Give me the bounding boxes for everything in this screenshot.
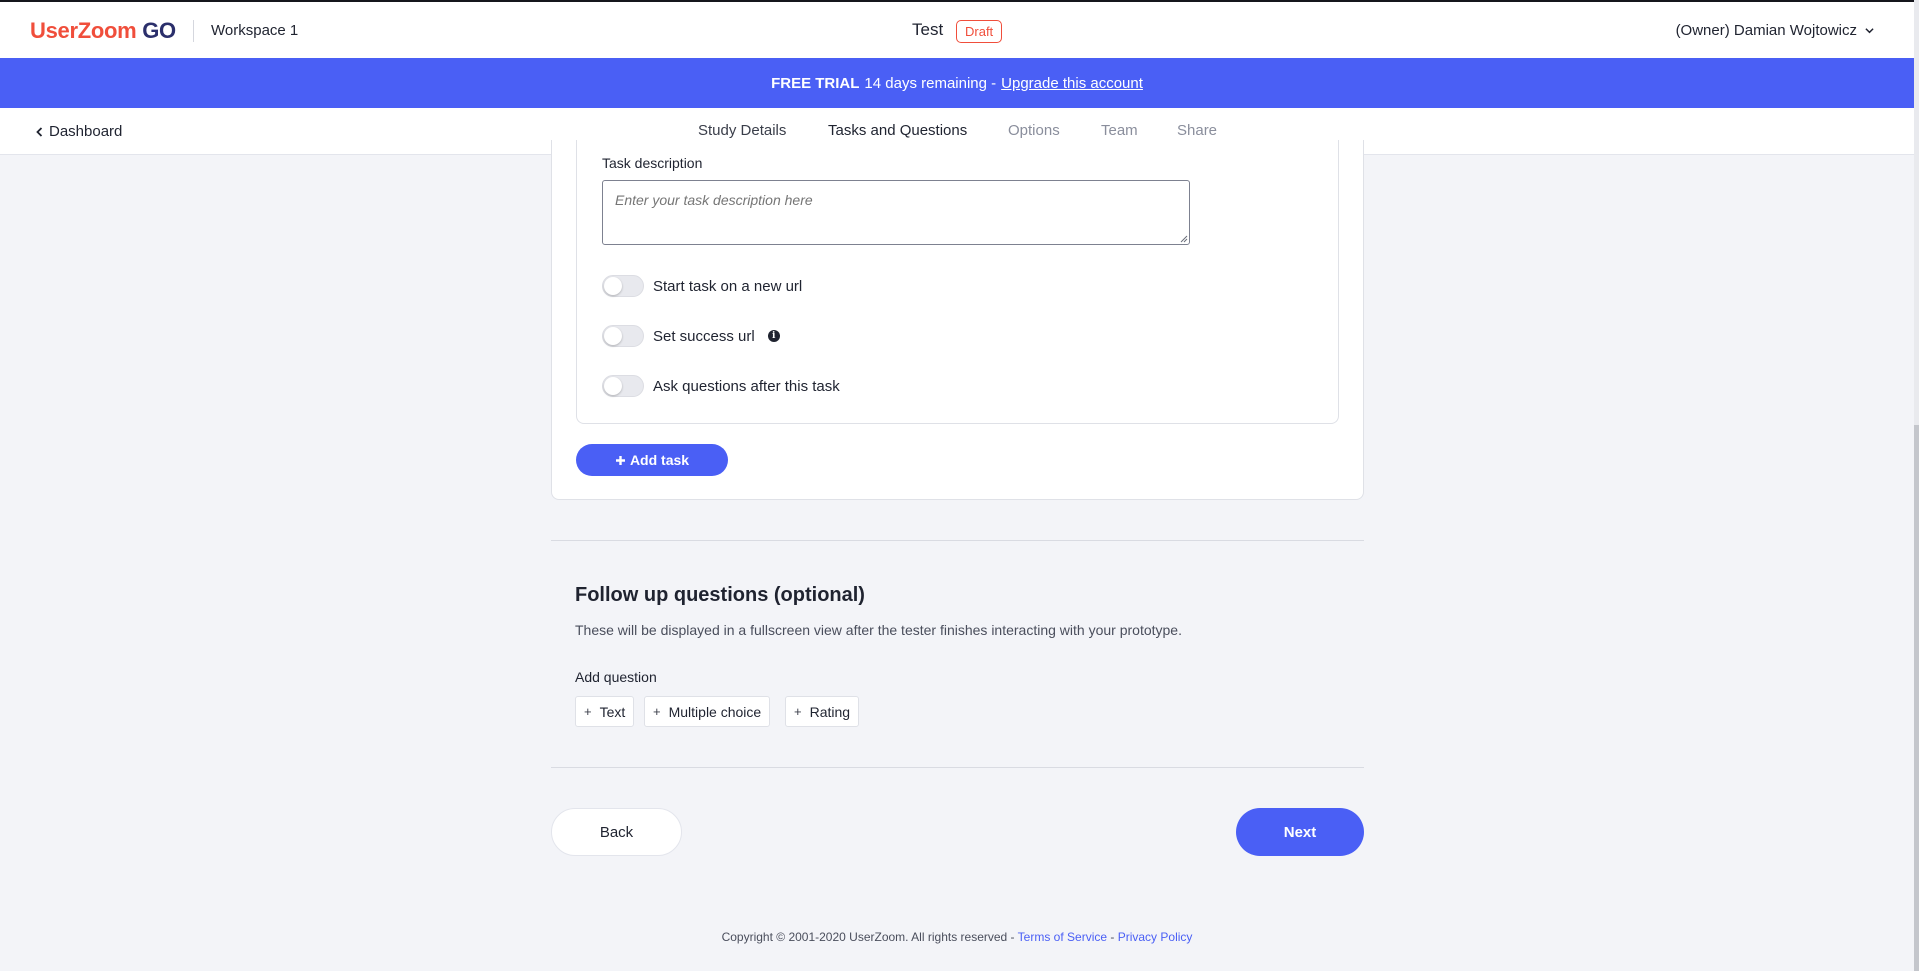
next-button[interactable]: Next — [1236, 808, 1364, 856]
plus-icon: + — [794, 704, 802, 719]
chevron-down-icon — [1865, 28, 1874, 34]
toggle-label: Set success url — [653, 327, 755, 345]
toggle-success-url-row: Set success url i — [602, 325, 780, 347]
plus-icon — [615, 455, 625, 465]
terms-link[interactable]: Terms of Service — [1018, 930, 1107, 944]
add-task-button[interactable]: Add task — [576, 444, 728, 476]
trial-banner: FREE TRIAL 14 days remaining - Upgrade t… — [0, 58, 1914, 108]
trial-label: FREE TRIAL — [771, 74, 860, 92]
userzoom-logo[interactable]: UserZoom GO — [30, 18, 176, 44]
new-url-toggle[interactable] — [602, 275, 644, 297]
top-header: UserZoom GO Workspace 1 Test Draft (Owne… — [0, 0, 1914, 58]
success-url-toggle[interactable] — [602, 325, 644, 347]
back-button[interactable]: Back — [551, 808, 682, 856]
footer-separator: - — [1110, 930, 1115, 944]
user-menu[interactable]: (Owner) Damian Wojtowicz — [1676, 22, 1874, 39]
task-description-input[interactable] — [602, 180, 1190, 245]
status-badge: Draft — [956, 20, 1003, 43]
info-icon[interactable]: i — [767, 330, 780, 342]
copyright-text: Copyright © 2001-2020 UserZoom. All righ… — [721, 930, 1015, 944]
upgrade-link[interactable]: Upgrade this account — [1001, 75, 1143, 92]
trial-remaining: 14 days remaining - — [864, 74, 997, 92]
add-rating-question-button[interactable]: + Rating — [785, 696, 860, 727]
follow-up-title: Follow up questions (optional) — [575, 584, 865, 606]
task-description-label: Task description — [602, 155, 703, 171]
plus-icon: + — [584, 704, 592, 719]
plus-icon: + — [653, 704, 661, 719]
user-name: (Owner) Damian Wojtowicz — [1675, 22, 1857, 39]
divider — [551, 540, 1364, 541]
scrollbar-thumb[interactable] — [1914, 425, 1919, 971]
add-task-label: Add task — [629, 452, 690, 468]
add-multiple-choice-question-button[interactable]: + Multiple choice — [644, 696, 771, 727]
study-title: Test — [912, 20, 944, 39]
toggle-new-url-row: Start task on a new url — [602, 275, 802, 297]
follow-up-description: These will be displayed in a fullscreen … — [575, 622, 1182, 638]
footer: Copyright © 2001-2020 UserZoom. All righ… — [0, 930, 1914, 944]
workspace-name: Workspace 1 — [211, 22, 299, 39]
add-text-question-button[interactable]: + Text — [575, 696, 635, 727]
privacy-link[interactable]: Privacy Policy — [1118, 930, 1193, 944]
toggle-label: Ask questions after this task — [653, 377, 840, 395]
resize-grip-icon[interactable] — [1180, 235, 1188, 243]
ask-questions-toggle[interactable] — [602, 375, 644, 397]
page-scrollbar[interactable] — [1914, 0, 1919, 971]
divider — [551, 767, 1364, 768]
toggle-ask-questions-row: Ask questions after this task — [602, 375, 840, 397]
add-question-label: Add question — [575, 669, 657, 685]
toggle-label: Start task on a new url — [653, 277, 803, 295]
header-divider — [193, 20, 194, 42]
